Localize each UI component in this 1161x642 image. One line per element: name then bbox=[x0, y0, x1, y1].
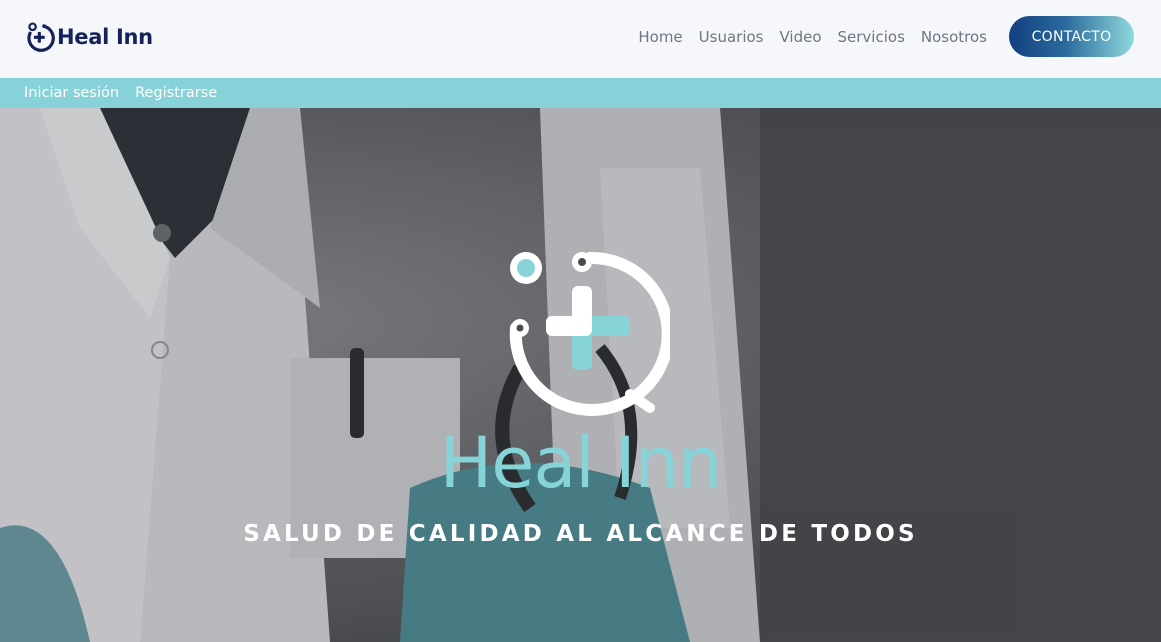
nav-link-servicios[interactable]: Servicios bbox=[838, 28, 905, 46]
top-navbar: Heal Inn Home Usuarios Video Servicios N… bbox=[0, 0, 1161, 78]
main-nav: Home Usuarios Video Servicios Nosotros bbox=[638, 26, 987, 48]
brand-name: Heal Inn bbox=[57, 25, 153, 49]
register-link[interactable]: Registrarse bbox=[135, 85, 217, 101]
stethoscope-plus-icon bbox=[509, 251, 670, 416]
hero-subtitle: SALUD DE CALIDAD AL ALCANCE DE TODOS bbox=[243, 521, 918, 547]
nav-link-nosotros[interactable]: Nosotros bbox=[921, 28, 987, 46]
nav-link-home[interactable]: Home bbox=[638, 28, 682, 46]
nav-link-usuarios[interactable]: Usuarios bbox=[699, 28, 764, 46]
brand-logo-link[interactable]: Heal Inn bbox=[23, 21, 153, 53]
stethoscope-plus-icon bbox=[27, 22, 55, 52]
contact-button[interactable]: CONTACTO bbox=[1009, 16, 1134, 57]
auth-bar: Iniciar sesión Registrarse bbox=[0, 78, 1161, 108]
login-link[interactable]: Iniciar sesión bbox=[24, 85, 119, 101]
hero-banner: Heal Inn SALUD DE CALIDAD AL ALCANCE DE … bbox=[0, 108, 1161, 642]
nav-link-video[interactable]: Video bbox=[779, 28, 821, 46]
hero-title: Heal Inn bbox=[439, 422, 723, 504]
